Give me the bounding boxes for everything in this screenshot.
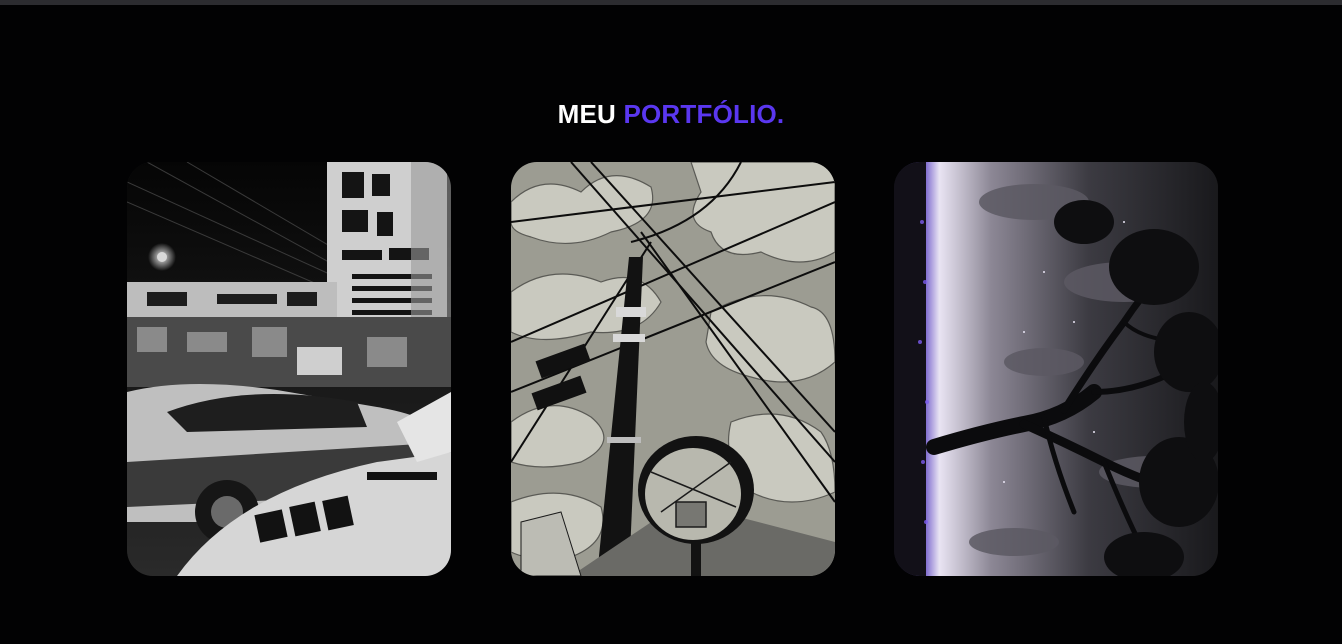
portfolio-card-3[interactable] — [894, 162, 1218, 576]
portfolio-card-1[interactable] — [127, 162, 451, 576]
title-word-portfolio: PORTFÓLIO. — [623, 98, 785, 129]
portfolio-card-2[interactable] — [511, 162, 835, 576]
power-lines-mirror-artwork — [511, 162, 835, 576]
top-border — [0, 0, 1342, 5]
portfolio-section: MEU PORTFÓLIO. — [0, 0, 1342, 644]
title-word-meu: MEU — [557, 98, 617, 129]
section-title: MEU PORTFÓLIO. — [0, 98, 1342, 130]
street-cars-artwork — [127, 162, 451, 576]
tree-night-sky-artwork — [894, 162, 1218, 576]
